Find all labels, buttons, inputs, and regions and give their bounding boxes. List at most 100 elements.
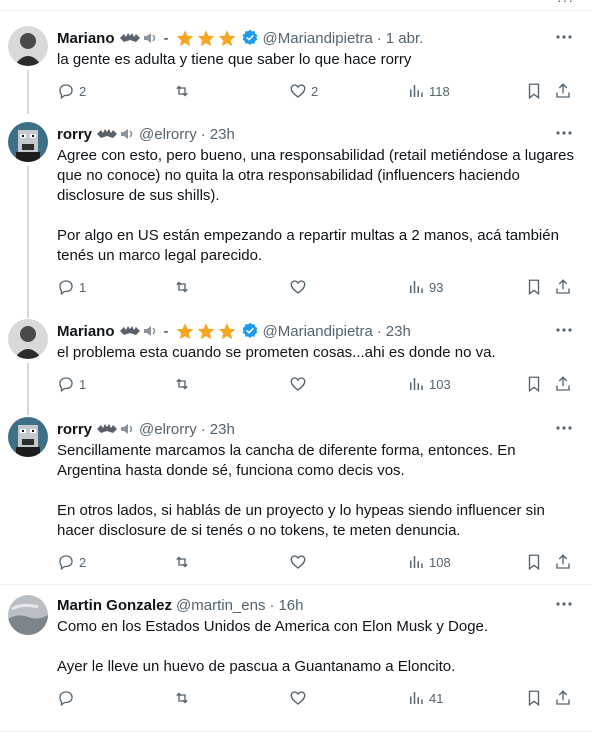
bookmark-button[interactable] bbox=[525, 553, 543, 571]
bookmark-icon bbox=[528, 83, 540, 100]
repost-button[interactable] bbox=[173, 553, 195, 571]
speaker-icon bbox=[143, 326, 155, 336]
avatar[interactable] bbox=[8, 595, 48, 635]
bat-icon bbox=[97, 129, 118, 138]
share-icon bbox=[556, 83, 570, 98]
tweet[interactable]: rorry @elrorry · 23h Agree con esto, per… bbox=[0, 114, 592, 318]
views-button[interactable]: 118 bbox=[407, 82, 450, 100]
like-button[interactable] bbox=[289, 553, 311, 571]
action-bar: 2 2 118 bbox=[57, 82, 577, 102]
repost-button[interactable] bbox=[173, 278, 195, 296]
reply-button[interactable]: 1 bbox=[57, 375, 86, 393]
verified-badge-icon bbox=[242, 29, 257, 46]
star-icons bbox=[175, 322, 237, 341]
timestamp[interactable]: 23h bbox=[210, 421, 235, 438]
views-icon bbox=[410, 378, 423, 390]
views-count: 41 bbox=[429, 690, 444, 706]
tweet[interactable]: Mariano - @Mariandipietra · 1 abr. la ge… bbox=[0, 18, 592, 114]
heart-icon bbox=[290, 691, 306, 705]
heart-icon bbox=[290, 84, 306, 98]
star-icon bbox=[197, 29, 214, 46]
timestamp[interactable]: 16h bbox=[278, 597, 303, 614]
views-icon bbox=[410, 281, 423, 293]
share-button[interactable] bbox=[554, 375, 572, 393]
handle[interactable]: @elrorry bbox=[139, 126, 197, 143]
like-button[interactable] bbox=[289, 278, 311, 296]
timestamp[interactable]: 23h bbox=[210, 126, 235, 143]
reply-button[interactable]: 1 bbox=[57, 278, 86, 296]
reply-count: 2 bbox=[79, 83, 87, 99]
speaker-icon bbox=[143, 33, 155, 43]
share-icon bbox=[556, 690, 570, 705]
star-icons bbox=[175, 29, 237, 48]
repost-button[interactable] bbox=[173, 689, 195, 707]
views-button[interactable]: 108 bbox=[407, 553, 451, 571]
star-icon bbox=[176, 29, 193, 46]
avatar[interactable] bbox=[8, 319, 48, 359]
action-bar: 2 108 bbox=[57, 553, 577, 573]
repost-icon bbox=[176, 692, 188, 704]
more-icon[interactable] bbox=[554, 597, 574, 611]
more-icon[interactable] bbox=[554, 421, 574, 435]
bookmark-button[interactable] bbox=[525, 82, 543, 100]
bookmark-icon bbox=[528, 279, 540, 296]
tweet-text: la gente es adulta y tiene que saber lo … bbox=[57, 51, 412, 68]
reply-icon bbox=[59, 84, 73, 100]
display-name[interactable]: rorry bbox=[57, 126, 92, 143]
dash: - bbox=[163, 322, 169, 340]
handle[interactable]: @elrorry bbox=[139, 421, 197, 438]
display-name[interactable]: rorry bbox=[57, 421, 92, 438]
timestamp[interactable]: 23h bbox=[386, 323, 411, 340]
bookmark-button[interactable] bbox=[525, 278, 543, 296]
share-button[interactable] bbox=[554, 278, 572, 296]
bookmark-icon bbox=[528, 690, 540, 707]
like-button[interactable] bbox=[289, 375, 311, 393]
tweet-text: Como en los Estados Unidos de America co… bbox=[57, 618, 489, 675]
avatar[interactable] bbox=[8, 122, 48, 162]
views-count: 93 bbox=[429, 279, 444, 295]
views-button[interactable]: 103 bbox=[407, 375, 451, 393]
reply-icon bbox=[59, 555, 73, 571]
views-icon bbox=[410, 556, 423, 568]
more-icon[interactable] bbox=[554, 126, 574, 140]
more-icon[interactable] bbox=[554, 323, 574, 337]
reply-count: 1 bbox=[79, 279, 87, 295]
emoji-badges bbox=[96, 126, 135, 142]
emoji-badges bbox=[96, 421, 135, 437]
like-button[interactable]: 2 bbox=[289, 82, 318, 100]
previous-more-icon[interactable]: ··· bbox=[557, 0, 574, 8]
bookmark-button[interactable] bbox=[525, 689, 543, 707]
more-icon[interactable] bbox=[554, 30, 574, 44]
reply-button[interactable] bbox=[57, 689, 79, 707]
share-button[interactable] bbox=[554, 82, 572, 100]
share-button[interactable] bbox=[554, 689, 572, 707]
handle[interactable]: @Mariandipietra bbox=[263, 30, 373, 47]
star-icon bbox=[218, 322, 235, 339]
reply-count: 1 bbox=[79, 376, 87, 392]
display-name[interactable]: Mariano bbox=[57, 323, 115, 340]
handle[interactable]: @martin_ens bbox=[176, 597, 265, 614]
avatar[interactable] bbox=[8, 26, 48, 66]
like-button[interactable] bbox=[289, 689, 311, 707]
tweet[interactable]: Martin Gonzalez @martin_ens · 16h Como e… bbox=[0, 585, 592, 725]
timestamp[interactable]: 1 abr. bbox=[386, 30, 424, 47]
display-name[interactable]: Mariano bbox=[57, 30, 115, 47]
repost-button[interactable] bbox=[173, 82, 195, 100]
thread-line bbox=[27, 70, 29, 114]
tweet[interactable]: rorry @elrorry · 23h Sencillamente marca… bbox=[0, 409, 592, 583]
views-icon bbox=[410, 692, 423, 704]
emoji-badges bbox=[119, 30, 158, 46]
display-name[interactable]: Martin Gonzalez bbox=[57, 597, 172, 614]
share-button[interactable] bbox=[554, 553, 572, 571]
thread-line bbox=[27, 363, 29, 415]
repost-icon bbox=[176, 85, 188, 97]
reply-button[interactable]: 2 bbox=[57, 553, 86, 571]
avatar[interactable] bbox=[8, 417, 48, 457]
bookmark-button[interactable] bbox=[525, 375, 543, 393]
repost-button[interactable] bbox=[173, 375, 195, 393]
handle[interactable]: @Mariandipietra bbox=[263, 323, 373, 340]
reply-button[interactable]: 2 bbox=[57, 82, 86, 100]
views-button[interactable]: 41 bbox=[407, 689, 443, 707]
views-button[interactable]: 93 bbox=[407, 278, 443, 296]
tweet[interactable]: Mariano - @Mariandipietra · 23h el probl… bbox=[0, 311, 592, 415]
